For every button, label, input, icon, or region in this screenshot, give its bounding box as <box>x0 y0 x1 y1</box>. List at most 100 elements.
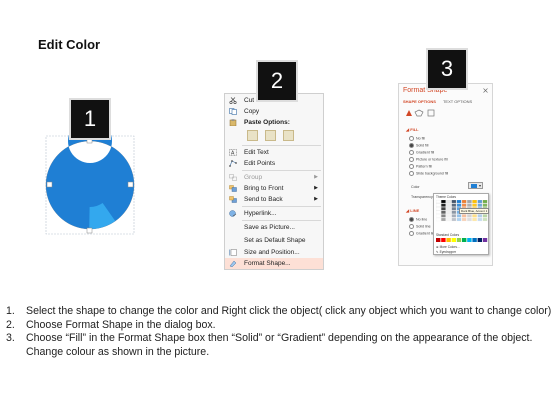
color-swatch[interactable] <box>446 217 451 222</box>
resize-handle[interactable] <box>86 227 93 234</box>
resize-handle[interactable] <box>46 181 53 188</box>
paste-option-button[interactable] <box>283 130 294 141</box>
line-option-solid-line[interactable]: Solid line <box>409 224 431 229</box>
color-swatch[interactable] <box>461 214 467 218</box>
color-swatch[interactable] <box>477 238 482 242</box>
color-swatch[interactable] <box>456 200 462 204</box>
color-palette-popup: Theme Colors Dark Blue, Accent 1 Standar… <box>433 193 490 255</box>
color-swatch[interactable] <box>436 210 441 214</box>
color-swatch[interactable] <box>482 203 488 207</box>
color-swatch[interactable] <box>446 203 451 207</box>
color-swatch[interactable] <box>482 200 488 204</box>
menu-item-hyperlink[interactable]: Hyperlink... <box>225 208 323 219</box>
color-swatch[interactable] <box>446 238 451 242</box>
tab-text-options[interactable]: TEXT OPTIONS <box>443 99 472 104</box>
fill-option-gradient-fill[interactable]: Gradient fill <box>409 150 434 155</box>
menu-item-bring-to-front[interactable]: Bring to Front ▶ <box>225 183 323 194</box>
color-picker-button[interactable]: ▾ <box>468 182 483 189</box>
effects-icon[interactable] <box>414 109 424 117</box>
menu-item-size-position[interactable]: Size and Position... <box>225 247 323 258</box>
donut-shape[interactable] <box>45 135 135 235</box>
color-swatch[interactable] <box>436 207 441 211</box>
fill-option-picture-fill[interactable]: Picture or texture fill <box>409 157 448 162</box>
color-swatch[interactable] <box>446 210 451 214</box>
more-colors-option[interactable]: ⊕ More Colors... <box>436 245 460 249</box>
color-swatch[interactable] <box>477 214 483 218</box>
color-swatch[interactable] <box>461 203 467 207</box>
color-swatch[interactable] <box>441 238 446 242</box>
color-swatch[interactable] <box>446 207 451 211</box>
menu-item-copy[interactable]: Copy <box>225 106 323 117</box>
color-swatch[interactable] <box>446 214 451 218</box>
paste-option-button[interactable] <box>247 130 258 141</box>
standard-color-row[interactable] <box>436 238 488 243</box>
menu-item-group[interactable]: Group ▶ <box>225 172 323 183</box>
menu-item-set-default-shape[interactable]: Set as Default Shape <box>225 235 323 246</box>
step-badge-3: 3 <box>428 50 466 88</box>
color-swatch[interactable] <box>472 238 477 242</box>
color-swatch[interactable] <box>472 217 477 222</box>
color-swatch[interactable] <box>451 203 457 207</box>
color-swatch[interactable] <box>467 217 472 222</box>
color-swatch[interactable] <box>451 207 457 211</box>
color-swatch[interactable] <box>477 217 483 222</box>
paste-option-button[interactable] <box>265 130 276 141</box>
fill-section-header[interactable]: ◢ FILL <box>406 127 419 132</box>
color-swatch[interactable] <box>436 217 441 222</box>
color-swatch[interactable] <box>482 238 488 242</box>
size-properties-icon[interactable] <box>427 109 435 117</box>
color-swatch[interactable] <box>482 214 488 218</box>
fill-option-slide-background[interactable]: Slide background fill <box>409 171 448 176</box>
color-swatch[interactable] <box>456 214 462 218</box>
color-swatch[interactable] <box>451 238 456 242</box>
resize-handle[interactable] <box>86 137 93 144</box>
menu-item-save-as-picture[interactable]: Save as Picture... <box>225 222 323 233</box>
color-swatch[interactable] <box>441 214 446 218</box>
color-swatch[interactable] <box>472 200 477 204</box>
color-swatch[interactable] <box>482 217 488 222</box>
color-swatch[interactable] <box>467 238 472 242</box>
color-swatch[interactable] <box>456 217 462 222</box>
color-swatch[interactable] <box>436 214 441 218</box>
color-swatch[interactable] <box>462 238 467 242</box>
resize-handle[interactable] <box>127 181 134 188</box>
color-swatch[interactable] <box>461 217 467 222</box>
fill-option-pattern-fill[interactable]: Pattern fill <box>409 164 432 169</box>
color-swatch[interactable] <box>441 207 446 211</box>
fill-line-icon[interactable] <box>406 110 412 116</box>
color-swatch[interactable] <box>446 200 451 204</box>
color-swatch[interactable] <box>472 203 477 207</box>
menu-item-edit-points[interactable]: Edit Points <box>225 158 323 169</box>
menu-item-send-to-back[interactable]: Send to Back ▶ <box>225 194 323 205</box>
close-icon[interactable] <box>483 88 488 93</box>
color-swatch[interactable] <box>451 217 457 222</box>
color-swatch[interactable] <box>451 200 457 204</box>
line-section-header[interactable]: ◢ LINE <box>406 208 419 213</box>
color-swatch[interactable] <box>461 200 467 204</box>
color-swatch[interactable] <box>441 203 446 207</box>
color-swatch[interactable] <box>456 203 462 207</box>
color-swatch[interactable] <box>436 238 441 242</box>
color-swatch[interactable] <box>477 203 483 207</box>
color-swatch[interactable] <box>467 203 472 207</box>
menu-item-edit-text[interactable]: A Edit Text <box>225 147 323 158</box>
color-swatch[interactable] <box>477 200 483 204</box>
fill-option-solid-fill[interactable]: Solid fill <box>409 143 428 148</box>
menu-item-format-shape[interactable]: Format Shape... <box>225 258 323 269</box>
line-option-no-line[interactable]: No line <box>409 217 427 222</box>
color-swatch[interactable] <box>472 214 477 218</box>
color-swatch[interactable] <box>451 210 457 214</box>
color-swatch[interactable] <box>467 214 472 218</box>
fill-option-no-fill[interactable]: No fill <box>409 136 425 141</box>
color-swatch[interactable] <box>456 238 462 242</box>
tab-shape-options[interactable]: SHAPE OPTIONS <box>403 99 436 104</box>
color-swatch[interactable] <box>441 217 446 222</box>
menu-label: Set as Default Shape <box>244 237 306 244</box>
color-swatch[interactable] <box>436 203 441 207</box>
color-swatch[interactable] <box>436 200 441 204</box>
color-swatch[interactable] <box>441 200 446 204</box>
color-swatch[interactable] <box>441 210 446 214</box>
color-swatch[interactable] <box>467 200 472 204</box>
eyedropper-option[interactable]: ✎ Eyedropper <box>436 250 456 254</box>
color-swatch[interactable] <box>451 214 457 218</box>
